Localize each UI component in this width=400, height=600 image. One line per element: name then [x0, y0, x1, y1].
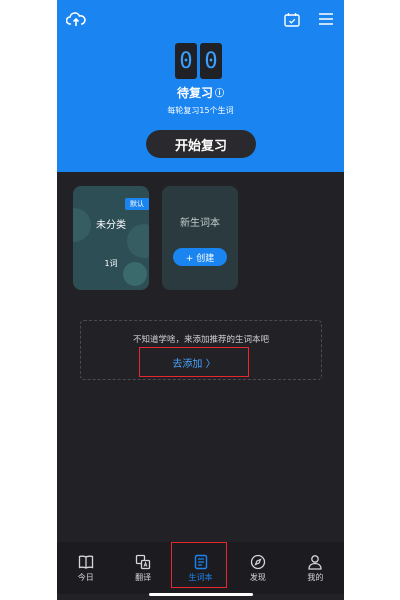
review-counter: 0 0: [175, 43, 222, 79]
tab-label: 生词本: [188, 573, 213, 582]
home-indicator: [149, 593, 253, 596]
tab-profile[interactable]: 我的: [287, 542, 344, 594]
app-screen: 0 0 待复习 ⓘ 每轮复习15个生词 开始复习 默认 未分类 1词 新生词本 +…: [57, 0, 344, 600]
translate-icon: [135, 554, 151, 570]
recommend-box: 不知道学啥，来添加推荐的生词本吧 去添加 〉: [80, 320, 322, 380]
review-title-text: 待复习: [176, 86, 213, 100]
wordbook-title: 未分类: [96, 220, 126, 231]
tab-today[interactable]: 今日: [57, 542, 114, 594]
go-add-link[interactable]: 去添加 〉: [139, 347, 249, 377]
tab-wordbook[interactable]: 生词本: [172, 542, 229, 594]
word-count: 1词: [104, 259, 118, 268]
review-subtitle: 每轮复习15个生词: [167, 106, 234, 115]
bottom-tab-bar: 今日 翻译 生词本 发现 我的: [57, 542, 344, 594]
counter-digit: 0: [200, 43, 222, 79]
wordbook-card-uncategorized[interactable]: 默认 未分类 1词: [73, 186, 149, 290]
tab-label: 翻译: [135, 573, 152, 582]
review-header: 0 0 待复习 ⓘ 每轮复习15个生词 开始复习: [57, 0, 344, 172]
compass-icon: [250, 554, 266, 570]
new-wordbook-title: 新生词本: [180, 218, 220, 229]
wordbook-icon: [194, 554, 207, 570]
tab-label: 我的: [307, 573, 324, 582]
menu-icon[interactable]: [317, 10, 335, 28]
calendar-icon[interactable]: [283, 10, 301, 28]
counter-digit: 0: [175, 43, 197, 79]
tab-label: 发现: [249, 573, 266, 582]
cloud-upload-icon[interactable]: [65, 8, 87, 30]
recommend-text: 不知道学啥，来添加推荐的生词本吧: [132, 335, 269, 345]
info-icon[interactable]: ⓘ: [215, 86, 224, 99]
review-title: 待复习 ⓘ: [57, 84, 344, 101]
new-wordbook-card[interactable]: 新生词本 + 创建: [162, 186, 238, 290]
tab-translate[interactable]: 翻译: [114, 542, 171, 594]
user-icon: [308, 555, 322, 570]
book-open-icon: [78, 555, 93, 569]
tab-discover[interactable]: 发现: [229, 542, 286, 594]
tab-label: 今日: [77, 573, 94, 582]
default-badge: 默认: [125, 198, 149, 210]
create-wordbook-button[interactable]: + 创建: [173, 248, 227, 266]
start-review-button[interactable]: 开始复习: [146, 130, 256, 158]
